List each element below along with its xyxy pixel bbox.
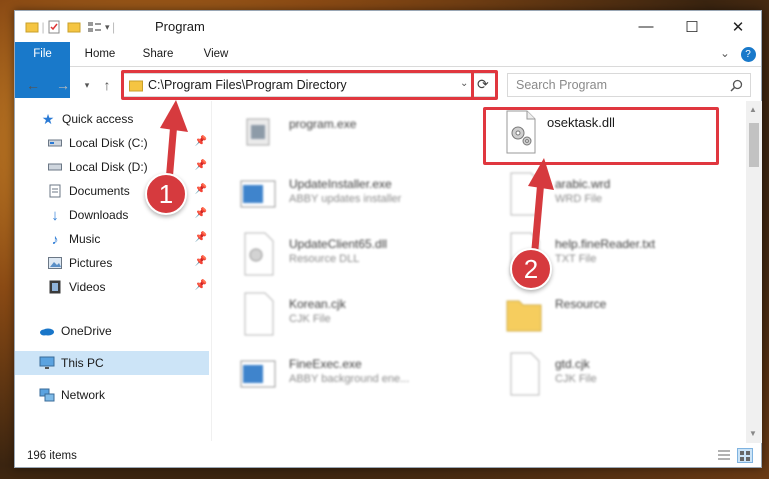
- exe-window-icon: [240, 360, 276, 388]
- sidebar-item-label: This PC: [61, 356, 104, 370]
- star-icon: ★: [41, 110, 55, 127]
- pin-icon[interactable]: 📌: [195, 280, 207, 291]
- file-type: CJK File: [289, 313, 331, 325]
- title-bar: | ▾ | Program — ☐ ✕: [15, 11, 761, 42]
- scrollbar-thumb[interactable]: [749, 123, 759, 167]
- sidebar-item-label: Documents: [69, 184, 130, 198]
- sidebar-item-pictures[interactable]: Pictures 📌: [15, 251, 209, 275]
- folder-icon: [506, 300, 542, 332]
- download-icon: ↓: [51, 206, 59, 224]
- file-item[interactable]: UpdateClient65.dll Resource DLL: [215, 227, 460, 283]
- tab-home[interactable]: Home: [77, 42, 123, 67]
- documents-icon: [47, 183, 63, 199]
- exe-icon: [246, 118, 270, 146]
- back-arrow-icon[interactable]: ←: [23, 74, 43, 96]
- generic-file-icon: [510, 352, 540, 396]
- sidebar-item-label: Videos: [69, 280, 106, 294]
- file-name: program.exe: [289, 117, 357, 131]
- network-icon: [39, 387, 55, 403]
- search-input[interactable]: Search Program: [516, 78, 607, 92]
- computer-icon: [39, 355, 55, 371]
- refresh-icon[interactable]: ⟳: [477, 76, 489, 93]
- sidebar-item-videos[interactable]: Videos 📌: [15, 275, 209, 299]
- cloud-icon: [39, 323, 55, 339]
- up-arrow-icon[interactable]: ↑: [97, 74, 117, 96]
- scroll-up-arrow-icon[interactable]: ▲: [749, 105, 757, 114]
- file-item[interactable]: Korean.cjk CJK File: [215, 287, 460, 343]
- address-dropdown-chevron-icon[interactable]: ⌄: [460, 78, 468, 89]
- generic-file-icon: [244, 292, 274, 336]
- vertical-scrollbar[interactable]: ▲ ▼: [746, 101, 762, 443]
- new-folder-icon[interactable]: [67, 20, 81, 34]
- file-item[interactable]: FineExec.exe ABBY background ene...: [215, 347, 460, 403]
- navigation-bar: ← → ▾ ↑ C:\Program Files\Program Directo…: [15, 70, 761, 100]
- file-name: help.fineReader.txt: [555, 237, 656, 251]
- sidebar-item-label: Pictures: [69, 256, 113, 270]
- file-type: ABBY background ene...: [289, 373, 410, 385]
- address-path[interactable]: C:\Program Files\Program Directory: [148, 78, 347, 92]
- music-icon: ♪: [51, 231, 59, 247]
- folder-icon: [129, 80, 143, 92]
- tab-view[interactable]: View: [193, 42, 239, 67]
- file-item[interactable]: program.exe: [215, 107, 460, 163]
- help-icon[interactable]: ?: [740, 47, 756, 62]
- drive-icon: [47, 159, 63, 175]
- details-view-icon[interactable]: [717, 449, 731, 462]
- view-toggle-icon[interactable]: [87, 20, 103, 34]
- minimize-button[interactable]: —: [623, 11, 669, 42]
- sidebar-item-onedrive[interactable]: OneDrive: [15, 319, 209, 343]
- file-type: ABBY updates installer: [289, 193, 402, 205]
- pane-divider[interactable]: [211, 101, 212, 441]
- pictures-icon: [47, 255, 63, 271]
- search-box[interactable]: Search Program: [507, 73, 751, 97]
- exe-window-icon: [240, 180, 276, 208]
- sidebar-item-label: Local Disk (C:): [69, 136, 148, 150]
- quick-access-toolbar: | ▾ |: [25, 18, 118, 36]
- sidebar-item-label: Quick access: [62, 112, 134, 126]
- file-name: Korean.cjk: [289, 297, 346, 311]
- explorer-window: | ▾ | Program — ☐ ✕ File Home Share View…: [14, 10, 762, 468]
- large-icons-view-icon[interactable]: [737, 448, 753, 463]
- status-bar: 196 items: [15, 445, 761, 467]
- properties-icon[interactable]: [47, 20, 61, 34]
- file-item[interactable]: Resource: [481, 287, 726, 343]
- recent-locations-chevron-icon[interactable]: ▾: [77, 74, 97, 96]
- videos-icon: [47, 279, 63, 295]
- tab-share[interactable]: Share: [135, 42, 181, 67]
- forward-arrow-icon[interactable]: →: [53, 74, 73, 96]
- pin-icon[interactable]: 📌: [195, 208, 207, 219]
- close-button[interactable]: ✕: [715, 11, 761, 42]
- sidebar-item-label: OneDrive: [61, 324, 112, 338]
- dll-gear-icon: [244, 232, 274, 276]
- file-type: Resource DLL: [289, 253, 360, 265]
- pin-icon[interactable]: 📌: [195, 256, 207, 267]
- file-name: Resource: [555, 297, 607, 311]
- sidebar-item-label: Music: [69, 232, 101, 246]
- sidebar-item-label: Network: [61, 388, 106, 402]
- file-type: CJK File: [555, 373, 597, 385]
- window-title: Program: [155, 19, 205, 34]
- file-item[interactable]: gtd.cjk CJK File: [481, 347, 726, 403]
- callout-badge-1: 1: [145, 173, 187, 215]
- scroll-down-arrow-icon[interactable]: ▼: [749, 429, 757, 438]
- sidebar-item-network[interactable]: Network: [15, 383, 209, 407]
- file-name: UpdateClient65.dll: [289, 237, 388, 251]
- ribbon-tabs: File Home Share View ⌄ ?: [15, 42, 761, 98]
- folder-icon[interactable]: [25, 20, 39, 34]
- search-icon[interactable]: [730, 79, 743, 92]
- ribbon-expand-chevron-icon[interactable]: ⌄: [715, 42, 735, 67]
- sidebar-item-label: Local Disk (D:): [69, 160, 148, 174]
- item-count: 196 items: [27, 450, 77, 462]
- pin-icon[interactable]: 📌: [195, 232, 207, 243]
- file-name: UpdateInstaller.exe: [289, 177, 392, 191]
- file-name: FineExec.exe: [289, 357, 362, 371]
- file-item[interactable]: UpdateInstaller.exe ABBY updates install…: [215, 167, 460, 223]
- callout-badge-2: 2: [510, 248, 552, 290]
- sidebar-item-this-pc[interactable]: This PC: [15, 351, 209, 375]
- maximize-button[interactable]: ☐: [669, 11, 715, 42]
- drive-icon: [47, 135, 63, 151]
- sidebar-item-label: Downloads: [69, 208, 129, 222]
- file-name: gtd.cjk: [555, 357, 590, 371]
- sidebar-item-music[interactable]: ♪ Music 📌: [15, 227, 209, 251]
